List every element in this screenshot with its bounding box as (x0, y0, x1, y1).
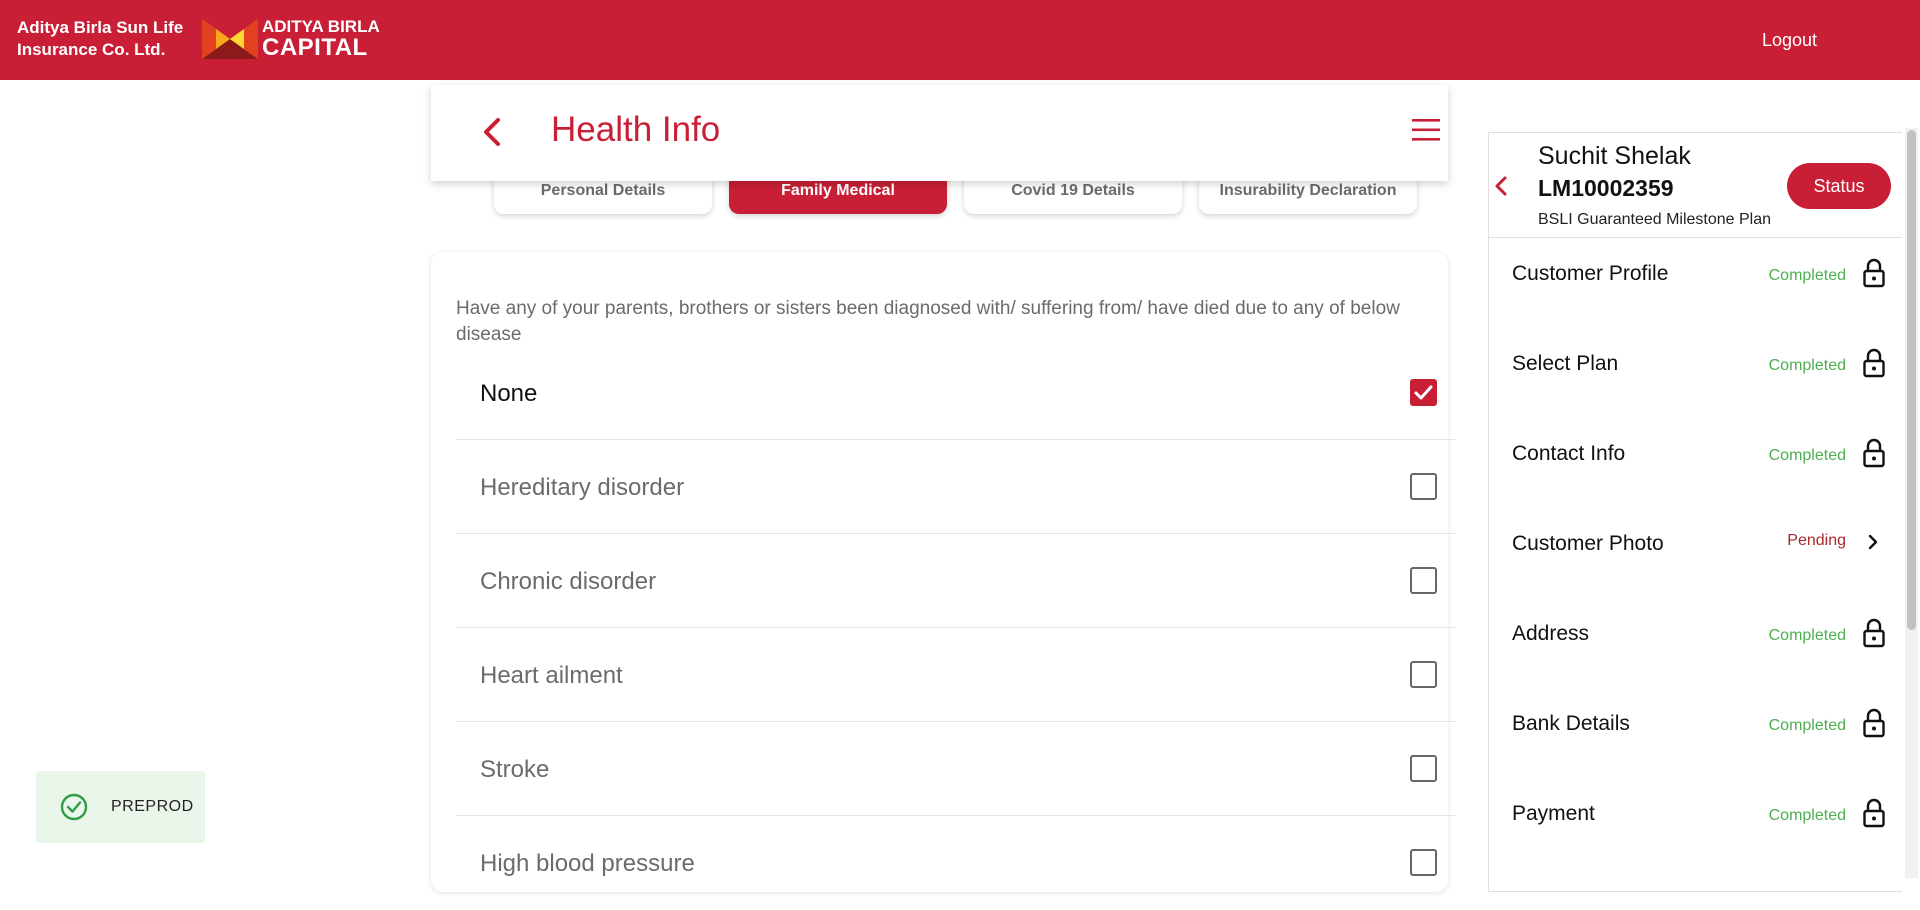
logo-line-2: CAPITAL (262, 34, 368, 61)
high-blood-pressure-checkbox[interactable] (1410, 849, 1437, 876)
plan-name: BSLI Guaranteed Milestone Plan (1538, 211, 1772, 228)
sidebar-collapse-button[interactable] (1491, 172, 1511, 200)
option-high-blood-pressure[interactable]: High blood pressure (456, 816, 1456, 910)
customer-name: Suchit Shelak (1538, 142, 1691, 170)
brand-name: Aditya Birla Sun Life Insurance Co. Ltd. (17, 17, 183, 61)
step-contact-info[interactable]: Contact Info Completed (1489, 438, 1902, 522)
option-label: Chronic disorder (480, 568, 657, 595)
step-label: Contact Info (1512, 442, 1626, 465)
brand-line-1: Aditya Birla Sun Life (17, 18, 184, 37)
back-button[interactable] (478, 112, 508, 152)
aditya-birla-logo-icon (202, 19, 258, 59)
logo-line-1: ADITYA BIRLA (262, 17, 380, 36)
option-heart-ailment[interactable]: Heart ailment (456, 628, 1456, 722)
step-label: Address (1512, 622, 1590, 645)
hereditary-disorder-checkbox[interactable] (1410, 473, 1437, 500)
customer-id: LM10002359 (1538, 175, 1674, 201)
stroke-checkbox[interactable] (1410, 755, 1437, 782)
option-label: Heart ailment (480, 662, 623, 689)
step-customer-profile[interactable]: Customer Profile Completed (1489, 258, 1902, 342)
check-circle-icon (60, 793, 88, 821)
step-label: Customer Profile (1512, 262, 1669, 285)
environment-label: PREPROD (111, 798, 194, 815)
lock-icon (1863, 618, 1885, 648)
step-bank-details[interactable]: Bank Details Completed (1489, 708, 1902, 792)
option-none[interactable]: None (456, 346, 1456, 440)
step-status: Completed (1768, 627, 1846, 644)
step-status: Completed (1768, 717, 1846, 734)
status-button[interactable]: Status (1787, 163, 1891, 209)
step-status: Completed (1768, 807, 1846, 824)
step-status: Completed (1768, 357, 1846, 374)
option-label: None (480, 380, 538, 407)
option-chronic-disorder[interactable]: Chronic disorder (456, 534, 1456, 628)
step-label: Payment (1512, 802, 1595, 825)
step-customer-photo[interactable]: Customer Photo Pending (1489, 532, 1902, 612)
lock-icon (1863, 708, 1885, 738)
option-label: Stroke (480, 756, 550, 783)
chronic-disorder-checkbox[interactable] (1410, 567, 1437, 594)
option-hereditary-disorder[interactable]: Hereditary disorder (456, 440, 1456, 534)
lock-icon (1863, 438, 1885, 468)
family-history-question: Have any of your parents, brothers or si… (456, 298, 1400, 345)
top-bar: Aditya Birla Sun Life Insurance Co. Ltd.… (0, 0, 1920, 80)
step-label: Bank Details (1512, 712, 1630, 735)
option-label: Hereditary disorder (480, 474, 685, 501)
step-status: Completed (1768, 267, 1846, 284)
hamburger-menu-icon[interactable] (1412, 118, 1440, 142)
heart-ailment-checkbox[interactable] (1410, 661, 1437, 688)
lock-icon (1863, 258, 1885, 288)
step-label: Customer Photo (1512, 532, 1664, 555)
option-stroke[interactable]: Stroke (456, 722, 1456, 816)
brand-line-2: Insurance Co. Ltd. (17, 40, 166, 59)
logout-button[interactable]: Logout (1762, 30, 1817, 51)
brand-logo-wordmark: ADITYA BIRLA CAPITAL (262, 18, 380, 60)
lock-icon (1863, 348, 1885, 378)
page-title: Health Info (551, 110, 721, 149)
check-icon (1414, 385, 1433, 400)
none-checkbox[interactable] (1410, 379, 1437, 406)
sidebar-scrollbar-thumb[interactable] (1907, 130, 1916, 630)
chevron-right-icon (1868, 534, 1878, 550)
step-label: Select Plan (1512, 352, 1619, 375)
step-address[interactable]: Address Completed (1489, 618, 1902, 702)
lock-icon (1863, 798, 1885, 828)
step-status: Completed (1768, 447, 1846, 464)
option-label: High blood pressure (480, 850, 695, 877)
environment-badge: PREPROD (36, 771, 205, 843)
step-select-plan[interactable]: Select Plan Completed (1489, 348, 1902, 432)
sidebar-divider (1489, 237, 1902, 238)
step-payment[interactable]: Payment Completed (1489, 798, 1902, 882)
step-status: Pending (1787, 532, 1846, 549)
